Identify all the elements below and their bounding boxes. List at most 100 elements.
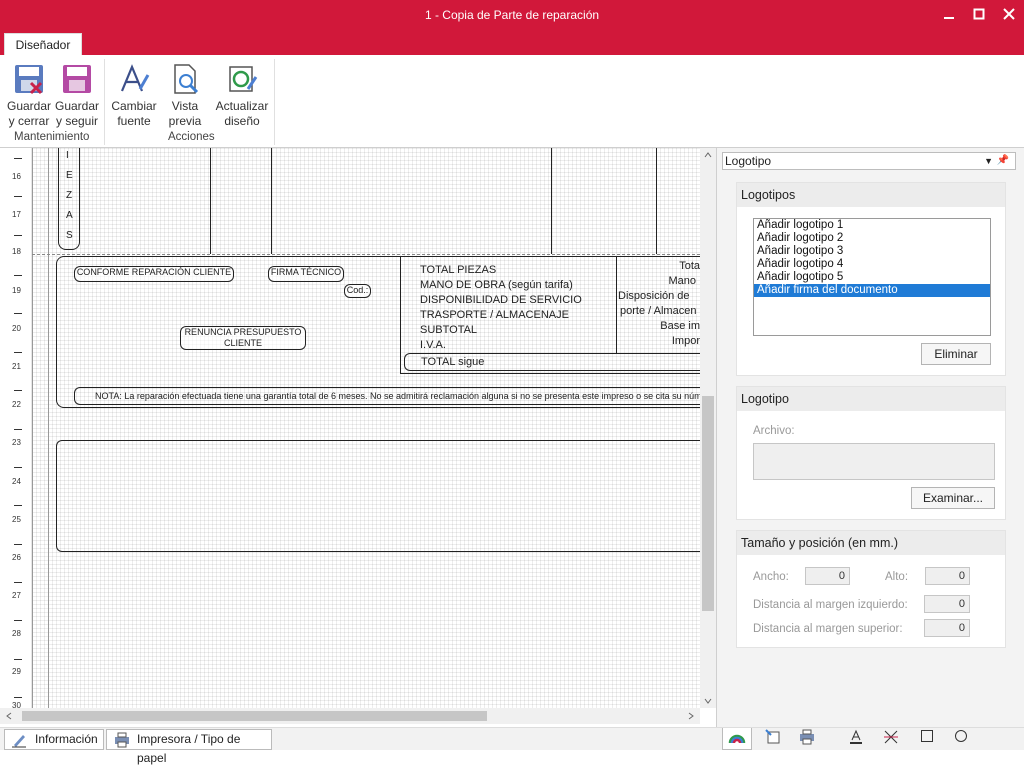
refresh-design-button[interactable]: Actualizar diseño [214,59,270,129]
window-title: 1 - Copia de Parte de reparación [424,8,600,22]
ruler-number: 21 [12,362,21,371]
refresh-design-label-1: Actualizar [215,99,269,113]
margen-superior-field[interactable]: 0 [924,619,970,637]
ruler-tick [14,659,22,660]
cod-field[interactable]: Cod.: [344,284,371,298]
renuncia-field[interactable]: RENUNCIA PRESUPUESTO CLIENTE [180,326,306,350]
list-item[interactable]: Añadir logotipo 4 [754,258,990,271]
panel-selector[interactable]: Logotipo ▼ 📌 [722,152,1016,170]
total-sigue-box[interactable]: TOTAL sigue [404,353,700,371]
scroll-left-icon[interactable] [6,712,12,722]
maximize-icon [973,8,985,20]
logotipo-card: Logotipo Archivo: Examinar... [736,386,1006,520]
save-close-label-2: y cerrar [8,114,50,128]
minimize-button[interactable] [938,4,960,24]
size-position-card: Tamaño y posición (en mm.) Ancho: 0 Alto… [736,530,1006,648]
ancho-field[interactable]: 0 [805,567,850,585]
close-button[interactable] [998,4,1020,24]
eliminar-button[interactable]: Eliminar [921,343,991,365]
size-position-title: Tamaño y posición (en mm.) [737,531,1005,555]
margen-izquierdo-field[interactable]: 0 [924,595,970,613]
ruler-number: 19 [12,286,21,295]
preview-label-1: Vista [171,99,199,113]
save-icon [63,65,91,93]
piezas-letter: Z [66,190,73,201]
change-font-button[interactable]: Cambiar fuente [111,59,157,129]
examinar-button[interactable]: Examinar... [911,487,995,509]
list-item[interactable]: Añadir logotipo 3 [754,245,990,258]
archivo-field[interactable] [753,443,995,480]
list-item[interactable]: Añadir logotipo 5 [754,271,990,284]
save-continue-button[interactable]: Guardar y seguir [54,59,100,129]
totals-bottom-border [400,373,700,374]
conforme-field[interactable]: CONFORME REPARACIÓN CLIENTE [74,266,234,282]
pin-icon[interactable]: 📌 [997,153,1009,169]
renuncia-label-1: RENUNCIA PRESUPUESTO [184,327,302,337]
ribbon-tab-strip: Diseñador [0,31,1024,55]
scroll-down-icon[interactable] [704,696,712,706]
text-icon[interactable] [841,729,871,749]
refresh-design-label-2: diseño [224,114,260,128]
layout-icon[interactable] [758,729,788,749]
preview-icon [174,64,199,94]
line-icon[interactable] [876,729,906,749]
design-canvas[interactable]: I E Z A S CONFORME REPARACIÓN CLIENTE FI… [32,148,700,708]
save-close-button[interactable]: Guardar y cerrar [6,59,52,129]
ruler-number: 26 [12,553,21,562]
ribbon-separator [274,59,275,145]
horizontal-scroll-thumb[interactable] [22,711,487,721]
margen-superior-label: Distancia al margen superior: [753,623,903,635]
observaciones-box[interactable] [56,440,700,552]
disponibilidad-label: DISPONIBILIDAD DE SERVICIO [420,294,582,306]
ruler-tick [14,390,22,391]
ruler-tick [14,235,22,236]
horizontal-scrollbar[interactable] [0,708,700,724]
firma-tecnico-field[interactable]: FIRMA TÉCNICO [268,266,344,282]
logotipos-list[interactable]: Añadir logotipo 1 Añadir logotipo 2 Añad… [753,218,991,336]
save-continue-label-1: Guardar [54,99,100,113]
ruler-number: 16 [12,172,21,181]
save-close-label-1: Guardar [6,99,52,113]
tab-disenador[interactable]: Diseñador [4,33,82,55]
circle-icon[interactable] [946,729,976,749]
margin-guide-left [48,148,49,708]
ruler-tick [14,620,22,621]
chevron-down-icon[interactable]: ▼ [984,153,993,169]
table-column-line [656,148,657,254]
list-item[interactable]: Añadir logotipo 1 [754,219,990,232]
printer-icon[interactable] [792,729,822,749]
ruler-number: 24 [12,477,21,486]
scroll-up-icon[interactable] [704,150,712,160]
preview-button[interactable]: Vista previa [162,59,208,129]
ruler-number: 25 [12,515,21,524]
tab-informacion[interactable]: Información [4,729,104,750]
maximize-button[interactable] [968,4,990,24]
ruler-tick [14,505,22,506]
subtotal-label: SUBTOTAL [420,324,478,336]
nota-field[interactable]: NOTA: La reparación efectuada tiene una … [74,387,700,405]
table-column-line [551,148,552,254]
list-item-selected[interactable]: Añadir firma del documento [754,284,990,297]
scroll-right-icon[interactable] [688,712,694,722]
tab-impresora-label: Impresora / Tipo de papel [137,732,241,765]
save-continue-label-2: y seguir [55,114,99,128]
alto-field[interactable]: 0 [925,567,970,585]
ruler-number: 27 [12,591,21,600]
vertical-scrollbar[interactable] [700,148,716,708]
ruler-number: 17 [12,210,21,219]
margen-izquierdo-label: Distancia al margen izquierdo: [753,599,908,611]
ribbon: Guardar y cerrar Guardar y seguir Cambia… [0,55,1024,148]
table-column-line [271,148,272,254]
trasporte-label: TRASPORTE / ALMACENAJE [420,309,569,321]
palette-icon[interactable] [722,729,752,749]
piezas-letter: A [66,210,73,221]
ancho-label: Ancho: [753,571,789,583]
save-close-icon [15,65,43,95]
ruler-number: 28 [12,629,21,638]
vertical-scroll-thumb[interactable] [702,396,714,611]
group-label-actions: Acciones [168,131,215,143]
rectangle-icon[interactable] [912,729,942,749]
tab-impresora[interactable]: Impresora / Tipo de papel [106,729,272,765]
list-item[interactable]: Añadir logotipo 2 [754,232,990,245]
ruler-tick [14,697,22,698]
